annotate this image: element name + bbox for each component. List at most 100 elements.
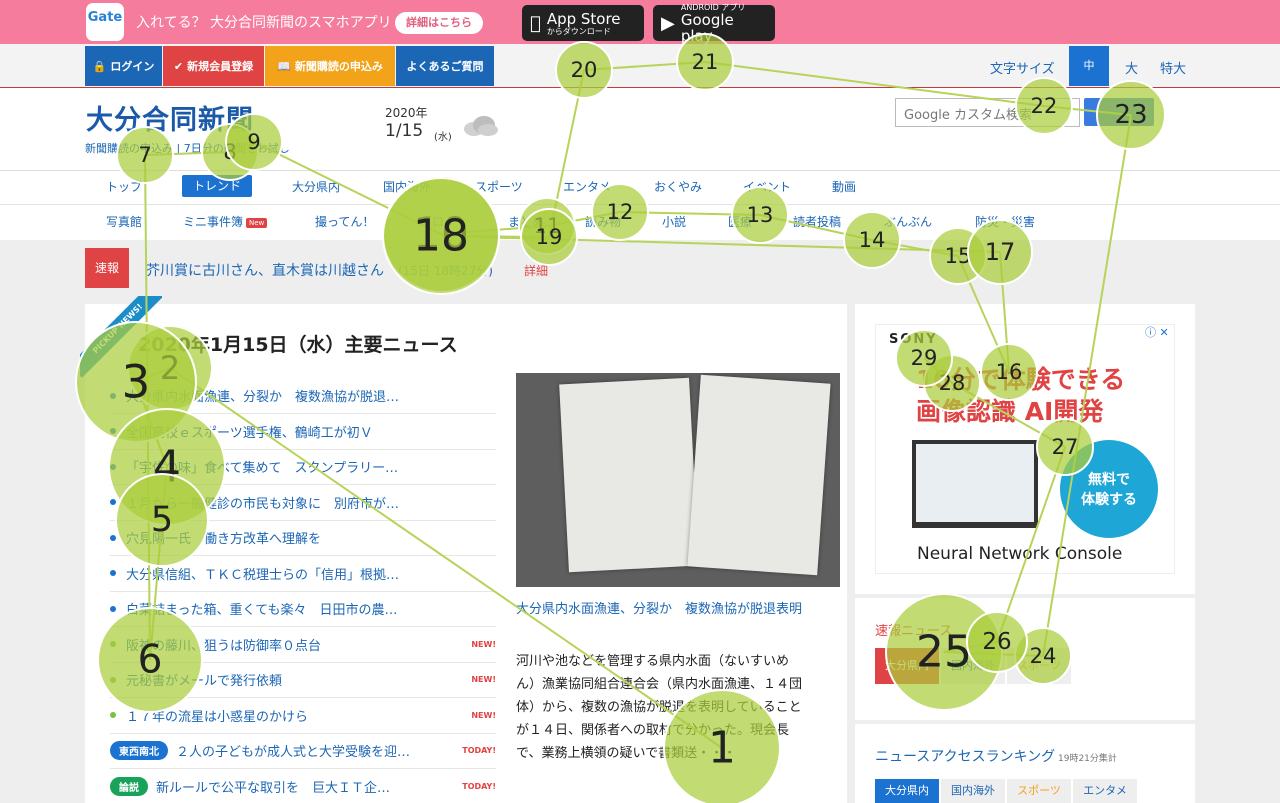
breaking-headline[interactable]: 芥川賞に古川さん、直木賞は川越さん: [146, 260, 384, 280]
cat-obituary[interactable]: おくやみ: [654, 178, 702, 195]
cat-mini-incidents[interactable]: ミニ事件簿 New: [183, 213, 268, 230]
cat-disaster[interactable]: 防災・災害: [975, 213, 1035, 230]
site-logo[interactable]: 大分合同新聞: [86, 98, 254, 137]
new-label: NEW!: [471, 710, 496, 720]
cat-photo[interactable]: 写真館: [106, 213, 142, 230]
column-list-item[interactable]: 東西南北 ２人の子どもが成人式と大学受験を迎… TODAY!: [110, 733, 496, 769]
news-title: 全国高校ｅスポーツ選手権、鶴崎工が初Ｖ: [126, 425, 373, 441]
column-title: ２人の子どもが成人式と大学受験を迎…: [176, 745, 411, 760]
breaking-more-link[interactable]: 詳細: [524, 262, 548, 279]
header-links[interactable]: 新聞購読の申込み | 7日分の新聞をお試し: [85, 140, 290, 156]
column-tag: 論説: [110, 776, 148, 796]
cat-reader-posts[interactable]: 読者投稿: [793, 213, 841, 230]
book-icon: 📖: [277, 59, 291, 73]
new-label: NEW!: [471, 639, 496, 649]
news-title: 白菜詰まった箱、重くても楽々 日田市の農…: [126, 603, 398, 618]
cat-matome[interactable]: まとめ: [508, 213, 544, 230]
news-title: 穴見陽一氏 働き方改革へ理解を: [126, 532, 322, 547]
news-list-item[interactable]: 大分県信組、ＴＫＣ税理士らの「信用」根拠…: [110, 556, 496, 592]
category-divider: [0, 204, 1280, 205]
news-title: 大分県信組、ＴＫＣ税理士らの「信用」根拠…: [126, 567, 400, 583]
lock-icon: 🔒: [92, 59, 107, 73]
cat-oita[interactable]: 大分県内: [292, 178, 340, 195]
cat-totten[interactable]: 撮ってん！: [315, 213, 374, 230]
app-store-button[interactable]:  App Storeからダウンロード: [522, 5, 644, 41]
ranking-title: ニュースアクセスランキング: [875, 749, 1056, 765]
register-button[interactable]: ✔ 新規会員登録: [163, 46, 264, 86]
rank-tab-oita[interactable]: 大分県内: [875, 779, 939, 803]
breaking-label: 速報: [85, 248, 129, 288]
flash-tab-world[interactable]: 国内海外: [941, 648, 1005, 684]
feature-photo[interactable]: [516, 373, 840, 587]
news-title: 「宇佐の味」食べて集めて スタンプラリー…: [126, 461, 399, 476]
news-title: 阪神の藤川、狙うは防御率０点台: [126, 638, 322, 654]
news-list-item[interactable]: 「宇佐の味」食べて集めて スタンプラリー…: [110, 449, 496, 485]
ad-cta-button[interactable]: 無料で 体験する: [1060, 440, 1158, 538]
cat-world[interactable]: 国内海外: [383, 178, 431, 195]
font-size-medium-button[interactable]: 中: [1069, 46, 1109, 86]
bullet-icon: [110, 499, 116, 505]
font-size-label: 文字サイズ: [990, 62, 1055, 77]
rank-tab-entertainment[interactable]: エンタメ: [1073, 779, 1137, 803]
new-badge: New: [246, 217, 268, 228]
ad-close-icon[interactable]: ⓘ ✕: [1145, 324, 1169, 340]
login-button[interactable]: 🔒 ログイン: [85, 46, 162, 86]
promo-detail-button[interactable]: 詳細はこちら: [395, 12, 483, 34]
cat-medical[interactable]: 医療: [728, 213, 752, 230]
document-photo-right: [687, 374, 831, 576]
bullet-icon: [110, 676, 116, 683]
bullet-icon: [110, 641, 116, 647]
flash-tab-sports[interactable]: スポーツ: [1007, 648, 1071, 684]
cat-blog[interactable]: ブログ: [420, 213, 456, 230]
cat-trend[interactable]: トレンド: [182, 175, 252, 197]
cat-entertainment[interactable]: エンタメ: [563, 178, 611, 195]
google-play-button[interactable]: ▶ ANDROID アプリ Google play: [653, 3, 775, 44]
flash-tab-oita[interactable]: 大分県内: [875, 648, 939, 684]
cat-video[interactable]: 動画: [832, 178, 856, 195]
cat-bunbun[interactable]: ぶんぶん: [884, 213, 932, 230]
register-label: 新規会員登録: [187, 60, 254, 73]
news-list-item[interactable]: 阪神の藤川、狙うは防御率０点台 NEW!: [110, 627, 496, 663]
column-tag: 東西南北: [110, 741, 168, 760]
bullet-icon: [110, 392, 116, 399]
login-label: ログイン: [110, 60, 155, 73]
news-list-item[interactable]: 全国高校ｅスポーツ選手権、鶴崎工が初Ｖ: [110, 414, 496, 450]
font-size-xlarge-button[interactable]: 特大: [1160, 58, 1186, 77]
document-photo-left: [559, 377, 699, 573]
gate-app-logo[interactable]: Gate: [86, 3, 124, 41]
news-list-item[interactable]: １月から一般健診の市民も対象に 別府市が…: [110, 485, 496, 521]
faq-button[interactable]: よくあるご質問: [396, 46, 494, 86]
cat-sports[interactable]: スポーツ: [475, 178, 523, 195]
font-size-large-button[interactable]: 大: [1125, 58, 1138, 77]
search-input[interactable]: Google カスタム検索: [895, 98, 1080, 127]
news-list-item[interactable]: 大分県内水面漁連、分裂か 複数漁協が脱退…: [110, 378, 496, 414]
app-store-label: App Store: [536, 9, 621, 28]
bullet-icon: [110, 428, 116, 434]
cat-events[interactable]: イベント: [743, 178, 791, 195]
feature-body: 河川や池などを管理する県内水面（ないすいめん）漁業協同組合連合会（県内水面漁連、…: [516, 654, 803, 761]
search-button[interactable]: [1084, 98, 1154, 126]
news-list-item[interactable]: 穴見陽一氏 働き方改革へ理解を: [110, 520, 496, 556]
ad-headline-1: 10分で体験できる: [916, 365, 1126, 394]
subscribe-button[interactable]: 📖 新聞購読の申込み: [265, 46, 395, 86]
news-title: 元秘書がメールで発行依頼: [126, 674, 283, 689]
news-list-item[interactable]: 元秘書がメールで発行依頼 NEW!: [110, 662, 496, 698]
cat-reading[interactable]: 読み物: [585, 213, 621, 230]
date-day: 1/15: [385, 121, 424, 141]
column-list-item[interactable]: 論説 新ルールで公平な取引を 巨大ＩＴ企… TODAY!: [110, 769, 496, 803]
cat-novel[interactable]: 小説: [662, 213, 686, 230]
ad-laptop-image: [912, 440, 1038, 528]
feature-title[interactable]: 大分県内水面漁連、分裂か 複数漁協が脱退表明: [516, 598, 816, 621]
ad-headline: 10分で体験できる 画像認識 AI開発: [916, 364, 1125, 428]
rank-tab-world[interactable]: 国内海外: [941, 779, 1005, 803]
check-icon: ✔: [173, 59, 184, 73]
news-list-item[interactable]: １７年の流星は小惑星のかけら NEW!: [110, 698, 496, 734]
cat-top[interactable]: トップ: [106, 178, 142, 195]
bullet-icon: [110, 570, 116, 576]
rank-tab-sports[interactable]: スポーツ: [1007, 779, 1071, 803]
date-weekday: (水): [434, 132, 452, 143]
news-list-item[interactable]: 白菜詰まった箱、重くても楽々 日田市の農…: [110, 591, 496, 627]
bullet-icon: [110, 712, 116, 718]
date-year: 2020年: [385, 106, 428, 120]
ad-headline-2: 画像認識 AI開発: [916, 397, 1104, 426]
